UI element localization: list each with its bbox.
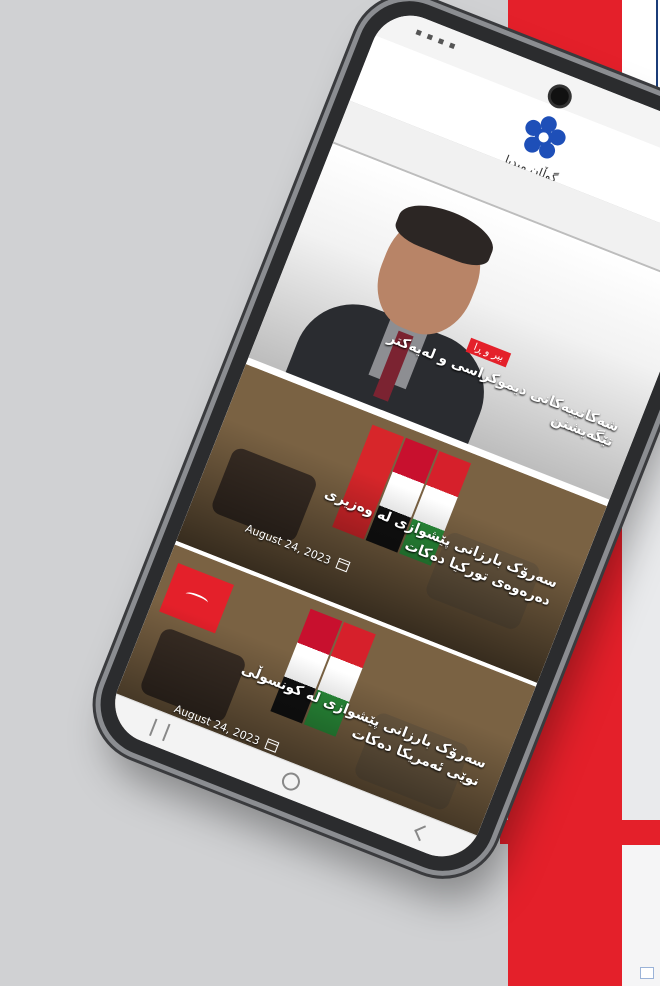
recents-icon[interactable] [149,718,171,742]
background-red-bar [500,820,660,844]
status-icons-left: ▪ ▪ ▪ ▪ [413,26,459,53]
background-panel-bottom [622,845,660,986]
small-thumbnail [640,967,654,979]
home-icon[interactable] [279,769,303,794]
back-icon[interactable] [414,825,431,842]
